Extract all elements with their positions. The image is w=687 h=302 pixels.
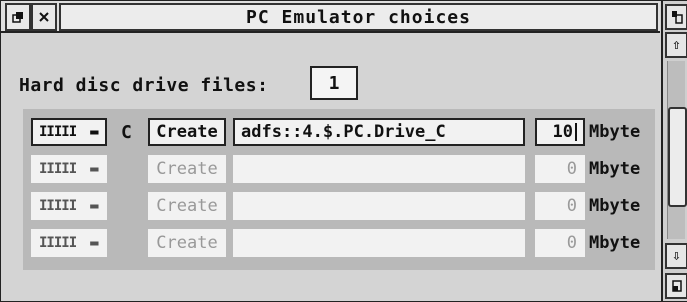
title-bar[interactable]: PC Emulator choices: [1, 1, 660, 33]
drive-path-field[interactable]: [233, 229, 525, 257]
drive-row: IIIII ▬ Create 0 Mbyte: [23, 190, 655, 222]
drive-row: IIIII ▬ C Create adfs::4.$.PC.Drive_C 10…: [23, 116, 655, 148]
drive-type-menu[interactable]: IIIII ▬: [31, 229, 107, 257]
hard-disc-count-field[interactable]: 1: [310, 66, 358, 100]
vertical-scrollbar[interactable]: ⇧ ⇩: [661, 1, 687, 301]
size-unit-label: Mbyte: [589, 122, 641, 142]
toggle-size-icon[interactable]: [665, 4, 687, 30]
scroll-up-arrow-icon[interactable]: ⇧: [665, 32, 687, 58]
close-icon[interactable]: [31, 3, 57, 31]
scroll-thumb[interactable]: [668, 107, 687, 207]
menu-arrow-icon: ▬: [90, 124, 99, 140]
menu-arrow-icon: ▬: [90, 198, 99, 214]
drive-type-menu[interactable]: IIIII ▬: [31, 118, 107, 146]
window-title[interactable]: PC Emulator choices: [59, 3, 658, 31]
create-button[interactable]: Create: [148, 229, 226, 257]
drive-path-field[interactable]: adfs::4.$.PC.Drive_C: [233, 118, 525, 146]
drive-letter: C: [121, 122, 132, 143]
menu-arrow-icon: ▬: [90, 235, 99, 251]
create-button[interactable]: Create: [148, 192, 226, 220]
drive-type-menu[interactable]: IIIII ▬: [31, 192, 107, 220]
hard-disc-files-label: Hard disc drive files:: [19, 75, 269, 96]
create-button[interactable]: Create: [148, 118, 226, 146]
drive-size-field[interactable]: 0: [535, 229, 585, 257]
scroll-down-arrow-icon[interactable]: ⇩: [665, 243, 687, 269]
drive-type-menu[interactable]: IIIII ▬: [31, 155, 107, 183]
scroll-track[interactable]: [667, 61, 687, 239]
create-button[interactable]: Create: [148, 155, 226, 183]
size-unit-label: Mbyte: [589, 233, 641, 253]
drive-list-panel: IIIII ▬ C Create adfs::4.$.PC.Drive_C 10…: [23, 109, 655, 270]
drive-type-glyph: IIIII: [39, 198, 77, 214]
menu-arrow-icon: ▬: [90, 161, 99, 177]
drive-path-field[interactable]: [233, 155, 525, 183]
drive-size-value: 10: [552, 122, 573, 142]
drive-type-glyph: IIIII: [39, 161, 77, 177]
drive-size-field[interactable]: 0: [535, 155, 585, 183]
drive-type-glyph: IIIII: [39, 124, 77, 140]
text-caret: [575, 123, 577, 141]
pc-emulator-window: PC Emulator choices ⇧ ⇩ Hard disc drive …: [0, 0, 687, 302]
drive-size-field[interactable]: 10: [535, 118, 585, 146]
back-icon[interactable]: [5, 3, 31, 31]
size-unit-label: Mbyte: [589, 159, 641, 179]
drive-row: IIIII ▬ Create 0 Mbyte: [23, 227, 655, 259]
drive-size-field[interactable]: 0: [535, 192, 585, 220]
resize-icon[interactable]: [665, 273, 687, 299]
drive-type-glyph: IIIII: [39, 235, 77, 251]
drive-row: IIIII ▬ Create 0 Mbyte: [23, 153, 655, 185]
drive-path-field[interactable]: [233, 192, 525, 220]
size-unit-label: Mbyte: [589, 196, 641, 216]
